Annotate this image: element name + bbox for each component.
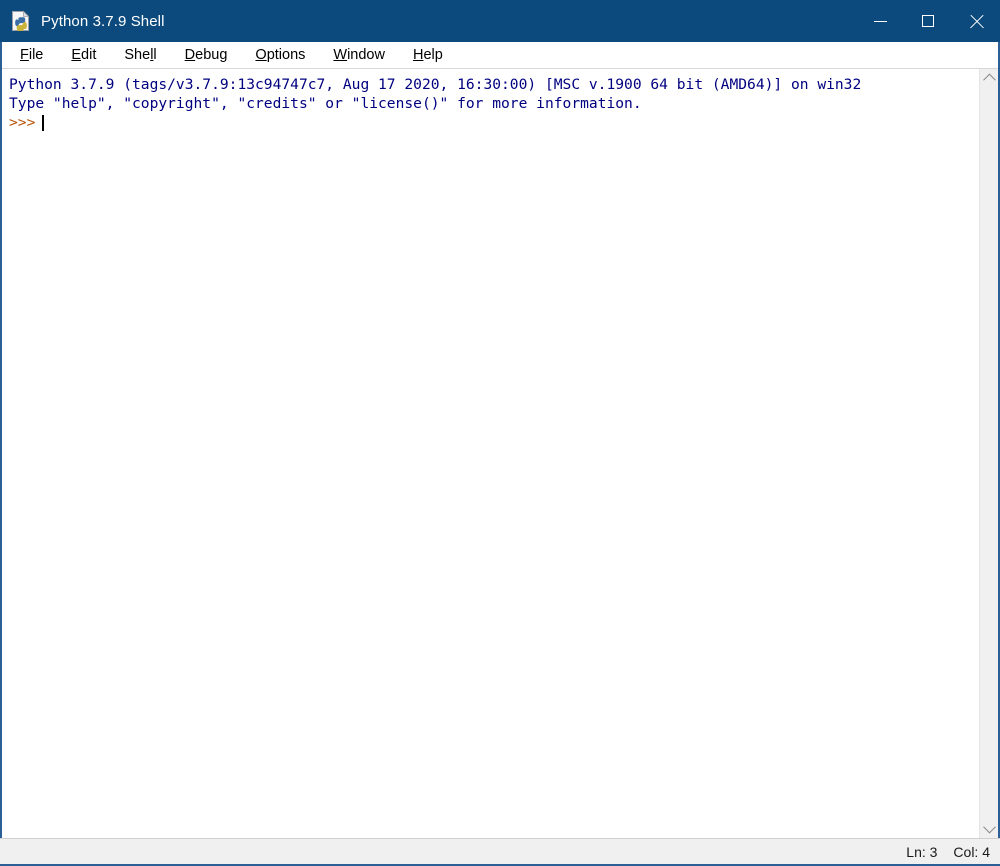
menu-label-rest: ptions [266, 47, 306, 63]
menu-item-edit[interactable]: Edit [61, 45, 106, 65]
menu-item-file[interactable]: File [10, 45, 53, 65]
menu-item-debug[interactable]: Debug [175, 45, 238, 65]
shell-text-area[interactable]: Python 3.7.9 (tags/v3.7.9:13c94747c7, Au… [2, 69, 979, 838]
chevron-up-icon [982, 73, 996, 87]
shell-prompt: >>> [9, 114, 36, 131]
close-button[interactable] [952, 0, 1000, 42]
menu-item-window[interactable]: Window [323, 45, 395, 65]
menu-label-rest: indow [347, 47, 385, 63]
scroll-up-button[interactable] [980, 69, 999, 88]
chevron-down-icon [982, 820, 996, 834]
status-bar: Ln: 3 Col: 4 [0, 838, 1000, 864]
menu-item-options[interactable]: Options [245, 45, 315, 65]
menu-item-help[interactable]: Help [403, 45, 453, 65]
menu-label-rest: ebug [195, 47, 228, 63]
shell-banner-line-1: Python 3.7.9 (tags/v3.7.9:13c94747c7, Au… [9, 76, 862, 93]
menu-mnemonic: D [184, 47, 196, 63]
menu-mnemonic: W [333, 47, 348, 63]
python-file-icon [10, 10, 32, 32]
menu-label-rest: ile [28, 47, 44, 63]
idle-shell-window: Python 3.7.9 Shell File Edit Shell Debug… [0, 0, 1000, 866]
shell-banner-line-2: Type "help", "copyright", "credits" or "… [9, 95, 642, 112]
menu-mnemonic: H [412, 47, 424, 63]
minimize-button[interactable] [856, 0, 904, 42]
title-bar[interactable]: Python 3.7.9 Shell [0, 0, 1000, 42]
scroll-track[interactable] [980, 88, 999, 819]
vertical-scrollbar[interactable] [979, 69, 998, 838]
shell-body: Python 3.7.9 (tags/v3.7.9:13c94747c7, Au… [2, 69, 998, 838]
text-caret [42, 114, 45, 131]
menu-label-rest: elp [423, 47, 443, 63]
menu-mnemonic: E [71, 47, 82, 63]
maximize-button[interactable] [904, 0, 952, 42]
shell-prompt-line[interactable]: >>> [9, 113, 979, 132]
maximize-icon [922, 15, 934, 27]
menu-item-shell[interactable]: Shell [114, 45, 166, 65]
menu-mnemonic: O [255, 47, 267, 63]
window-controls [856, 0, 1000, 42]
close-icon [969, 14, 984, 29]
menu-label-pre: She [124, 47, 151, 63]
status-line-number: Ln: 3 [906, 843, 938, 860]
scroll-down-button[interactable] [980, 819, 999, 838]
menu-mnemonic: F [20, 47, 29, 63]
menu-label-rest: l [153, 47, 157, 63]
status-column-number: Col: 4 [953, 843, 990, 860]
menu-label-rest: dit [81, 47, 97, 63]
window-title: Python 3.7.9 Shell [41, 12, 165, 30]
menu-bar: File Edit Shell Debug Options Window Hel… [2, 42, 998, 69]
minimize-icon [873, 20, 887, 22]
